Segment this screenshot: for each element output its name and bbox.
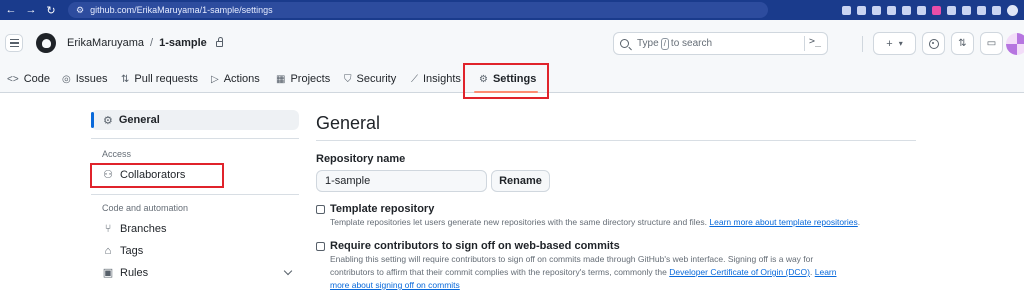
sidebar-item-label: Tags: [120, 245, 144, 257]
download-icon[interactable]: [977, 5, 986, 15]
signoff-label: Require contributors to sign off on web-…: [330, 240, 620, 252]
gear-icon: ⚙: [103, 114, 113, 127]
search-placeholder-prefix: Type: [637, 38, 659, 49]
shield-icon: ⛉: [344, 73, 352, 85]
search-input[interactable]: Type / to search >_: [613, 32, 828, 55]
active-indicator: [91, 112, 94, 128]
lock-icon: [215, 37, 223, 47]
page-title: General: [316, 113, 381, 133]
caret-down-icon: ▾: [898, 39, 903, 48]
rename-button[interactable]: Rename: [491, 170, 550, 192]
extension-icon[interactable]: [857, 5, 866, 15]
tab-actions[interactable]: ▷ Actions: [211, 70, 260, 88]
search-icon: [620, 39, 629, 48]
forward-icon[interactable]: →: [22, 4, 40, 16]
template-repository-checkbox[interactable]: [316, 205, 325, 214]
git-pull-request-icon: ⇅: [958, 38, 967, 49]
repo-rules-icon: ▣: [102, 267, 114, 279]
breadcrumb: ErikaMaruyama / 1-sample: [67, 37, 223, 49]
settings-highlight-box: [463, 63, 549, 99]
template-repository-label: Template repository: [330, 203, 435, 215]
github-logo-icon[interactable]: [36, 33, 56, 53]
repository-name-field[interactable]: [316, 170, 487, 192]
git-pull-request-icon: ⇅: [121, 73, 130, 85]
site-info-icon[interactable]: ⚙: [76, 5, 84, 16]
command-palette-icon[interactable]: >_: [809, 36, 821, 47]
zoom-icon[interactable]: [887, 5, 896, 15]
github-header: ErikaMaruyama / 1-sample Type / to searc…: [0, 20, 1024, 68]
signoff-checkbox[interactable]: [316, 242, 325, 251]
code-icon: <>: [7, 73, 19, 85]
slash-key-hint: /: [660, 37, 669, 50]
template-repository-description: Template repositories let users generate…: [330, 217, 861, 227]
tab-code[interactable]: <> Code: [7, 70, 50, 88]
tab-projects[interactable]: ▦ Projects: [276, 70, 330, 88]
sidebar-item-label: Rules: [120, 266, 149, 279]
table-icon: ▦: [276, 73, 286, 85]
repository-name-label: Repository name: [316, 153, 406, 165]
extension-icon[interactable]: [872, 5, 881, 15]
signoff-description: Enabling this setting will require contr…: [330, 254, 837, 290]
sidebar-item-rules[interactable]: ▣ Rules: [102, 266, 149, 280]
your-issues-button[interactable]: [922, 32, 945, 55]
address-bar[interactable]: ⚙ github.com/ErikaMaruyama/1-sample/sett…: [68, 2, 768, 18]
extension-icon[interactable]: [947, 5, 956, 15]
owner-link[interactable]: ErikaMaruyama: [67, 37, 144, 49]
inbox-icon: ▭: [986, 38, 997, 49]
play-icon: ▷: [211, 73, 219, 85]
graph-icon: ⟋: [411, 73, 418, 85]
issue-opened-icon: ◎: [62, 73, 71, 85]
breadcrumb-separator: /: [150, 37, 154, 49]
issue-opened-icon: [928, 38, 939, 49]
sidebar-item-general[interactable]: ⚙ General: [91, 110, 299, 130]
browser-toolbar: ← → ↻ ⚙ github.com/ErikaMaruyama/1-sampl…: [0, 0, 1024, 20]
sidebar-item-label: General: [118, 114, 160, 126]
sidebar-heading-code: Code and automation: [102, 203, 189, 213]
bookmark-star-icon[interactable]: [902, 5, 911, 15]
profile-icon[interactable]: [1007, 4, 1018, 16]
chevron-down-icon[interactable]: [283, 266, 293, 276]
your-pull-requests-button[interactable]: ⇅: [951, 32, 974, 55]
create-new-button[interactable]: + ▾: [873, 32, 916, 55]
git-branch-icon: ⑂: [104, 223, 112, 235]
extension-icon[interactable]: [917, 5, 926, 15]
tab-insights[interactable]: ⟋ Insights: [411, 70, 461, 88]
sidebar-heading-access: Access: [102, 149, 132, 159]
tab-pull-requests[interactable]: ⇅ Pull requests: [121, 70, 198, 88]
reload-icon[interactable]: ↻: [42, 4, 60, 17]
extension-icons: [842, 4, 1024, 16]
avatar[interactable]: [1006, 33, 1024, 55]
tag-icon: ⌂: [104, 245, 112, 257]
sidebar-item-branches[interactable]: ⑂ Branches: [102, 223, 167, 235]
extension-icon[interactable]: [962, 5, 971, 15]
template-learn-more-link[interactable]: Learn more about template repositories: [709, 217, 857, 227]
signoff-learn-more-link-cont[interactable]: more about signing off on commits: [330, 280, 460, 290]
sidebar-item-tags[interactable]: ⌂ Tags: [102, 245, 144, 257]
inbox-button[interactable]: ▭: [980, 32, 1003, 55]
search-placeholder-suffix: to search: [670, 38, 713, 49]
back-icon[interactable]: ←: [2, 4, 20, 16]
sidebar-icon[interactable]: [992, 5, 1001, 15]
signoff-learn-more-link[interactable]: Learn: [815, 267, 837, 277]
extension-icon[interactable]: [842, 5, 851, 15]
plus-icon: +: [886, 37, 893, 50]
tab-security[interactable]: ⛉ Security: [344, 70, 396, 88]
extension-icon[interactable]: [932, 5, 941, 15]
url-text: github.com/ErikaMaruyama/1-sample/settin…: [90, 5, 273, 15]
repo-link[interactable]: 1-sample: [159, 37, 207, 49]
sidebar-item-label: Branches: [120, 223, 167, 235]
menu-icon[interactable]: [5, 34, 23, 52]
dco-link[interactable]: Developer Certificate of Origin (DCO): [669, 267, 810, 277]
collaborators-highlight-box: [90, 163, 224, 188]
tab-issues[interactable]: ◎ Issues: [62, 70, 108, 88]
